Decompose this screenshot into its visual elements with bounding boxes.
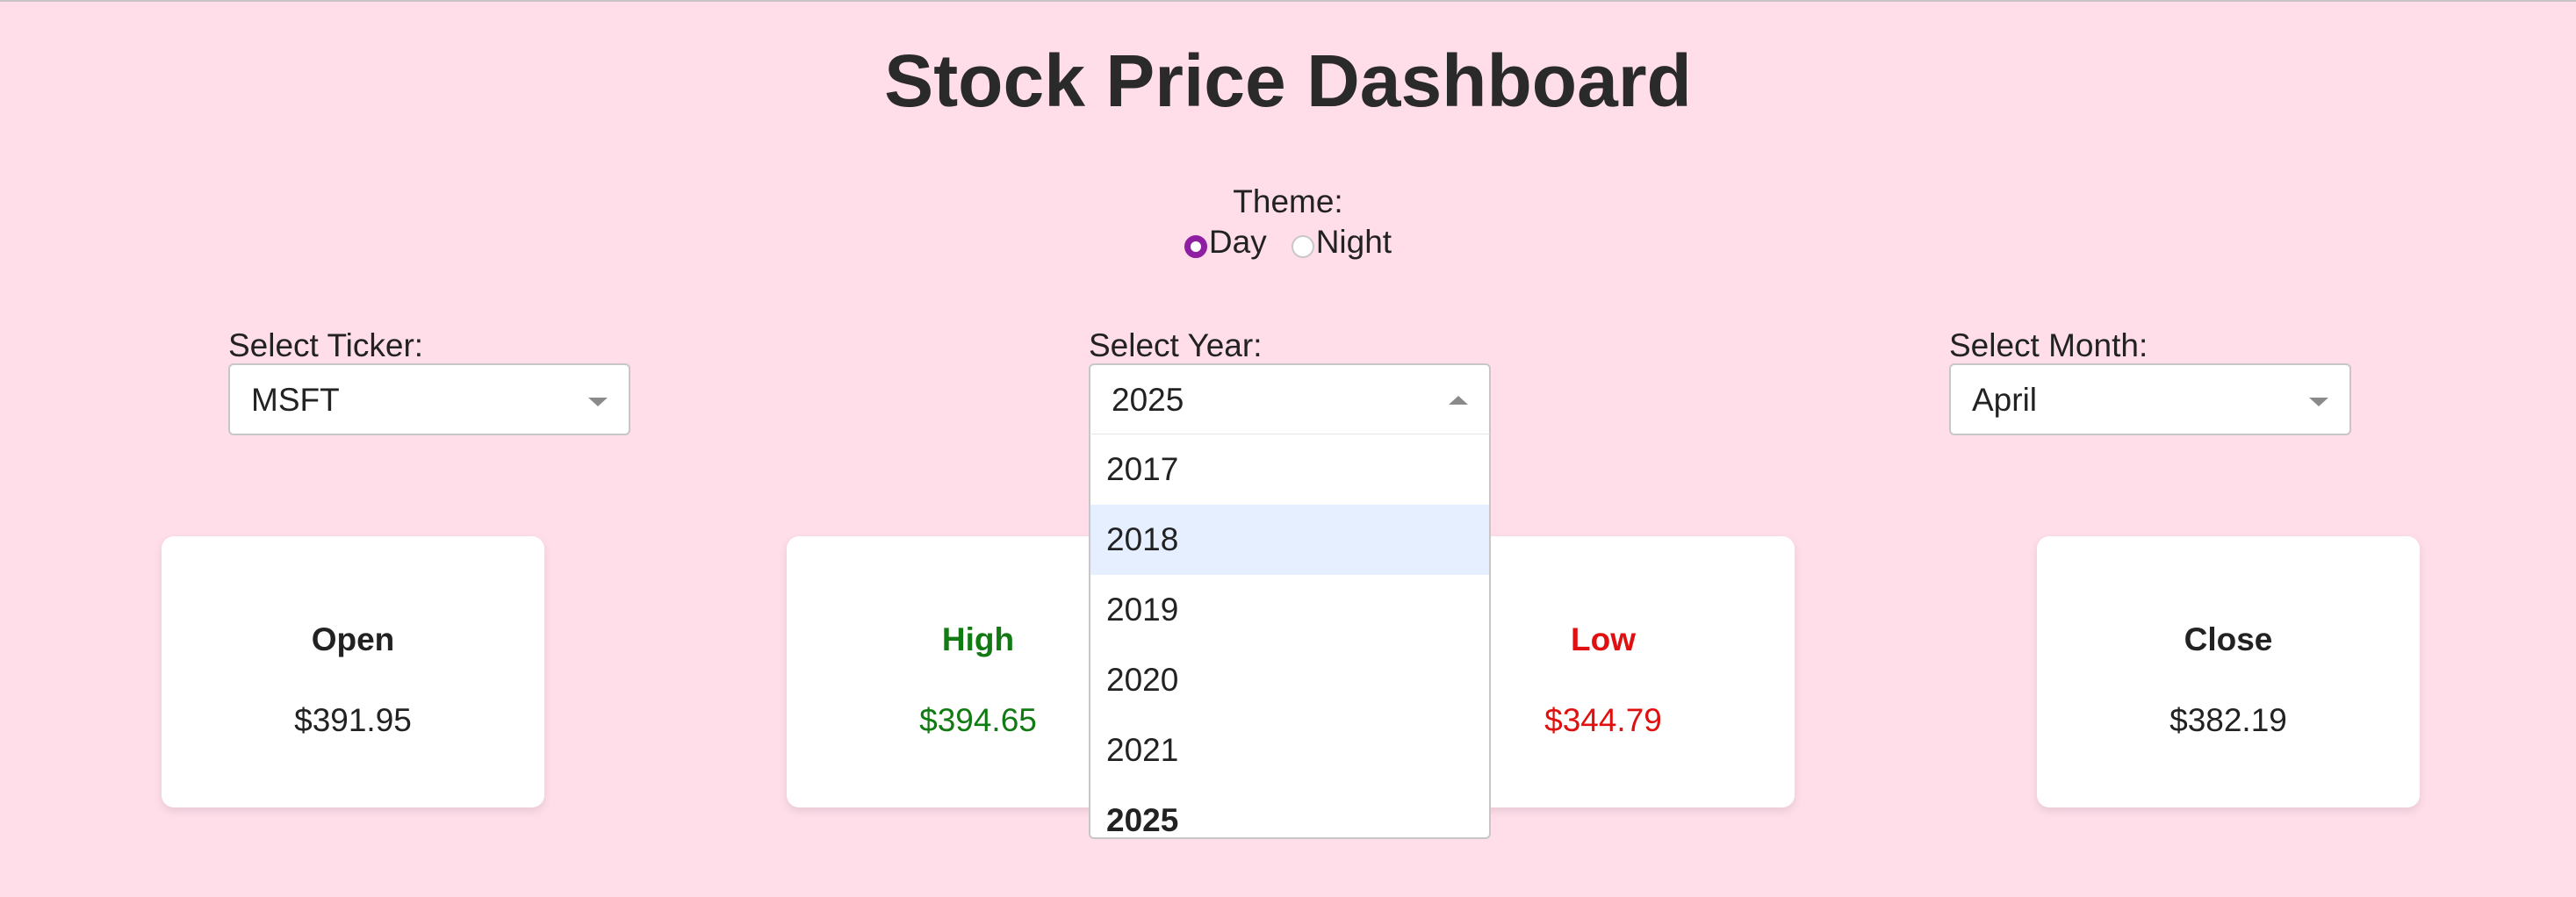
- dashboard-page: Stock Price Dashboard Theme: Day Night S…: [0, 0, 2576, 897]
- year-option[interactable]: 2021: [1090, 715, 1489, 786]
- year-label: Select Year:: [1089, 327, 1263, 363]
- ticker-select-value: MSFT: [251, 382, 340, 418]
- theme-option-day-label: Day: [1208, 224, 1267, 260]
- year-dropdown-menu[interactable]: 2017 2018 2019 2020 2021 2025: [1089, 434, 1491, 839]
- month-label: Select Month:: [1949, 327, 2148, 363]
- radio-night-unchecked-icon[interactable]: [1291, 235, 1314, 258]
- month-select-value: April: [1972, 382, 2038, 418]
- year-option[interactable]: 2017: [1090, 434, 1489, 505]
- theme-option-day[interactable]: Day: [1184, 221, 1267, 263]
- card-title-open: Open: [311, 621, 395, 657]
- month-select[interactable]: April: [1949, 363, 2351, 435]
- card-value-open: $391.95: [294, 702, 412, 738]
- theme-radio-group: Day Night: [0, 221, 2576, 263]
- card-value-close: $382.19: [2169, 702, 2287, 738]
- radio-day-checked-icon[interactable]: [1184, 235, 1207, 258]
- year-select[interactable]: 2025: [1089, 363, 1491, 435]
- card-title-close: Close: [2184, 621, 2273, 657]
- chevron-down-icon[interactable]: [588, 398, 608, 406]
- ticker-select[interactable]: MSFT: [228, 363, 630, 435]
- theme-label: Theme:: [1233, 183, 1343, 219]
- chevron-up-icon[interactable]: [1449, 396, 1468, 405]
- year-option[interactable]: 2020: [1090, 645, 1489, 715]
- top-divider: [0, 0, 2576, 2]
- year-option[interactable]: 2018: [1090, 505, 1489, 575]
- year-option[interactable]: 2019: [1090, 575, 1489, 645]
- theme-option-night[interactable]: Night: [1291, 221, 1392, 263]
- close-price-card: Close $382.19: [2037, 536, 2420, 807]
- ticker-label: Select Ticker:: [228, 327, 424, 363]
- page-title: Stock Price Dashboard: [884, 39, 1692, 122]
- chevron-down-icon[interactable]: [2309, 398, 2328, 406]
- theme-option-night-label: Night: [1315, 224, 1392, 260]
- year-select-value: 2025: [1112, 382, 1184, 418]
- year-option-selected[interactable]: 2025: [1090, 786, 1489, 837]
- open-price-card: Open $391.95: [162, 536, 544, 807]
